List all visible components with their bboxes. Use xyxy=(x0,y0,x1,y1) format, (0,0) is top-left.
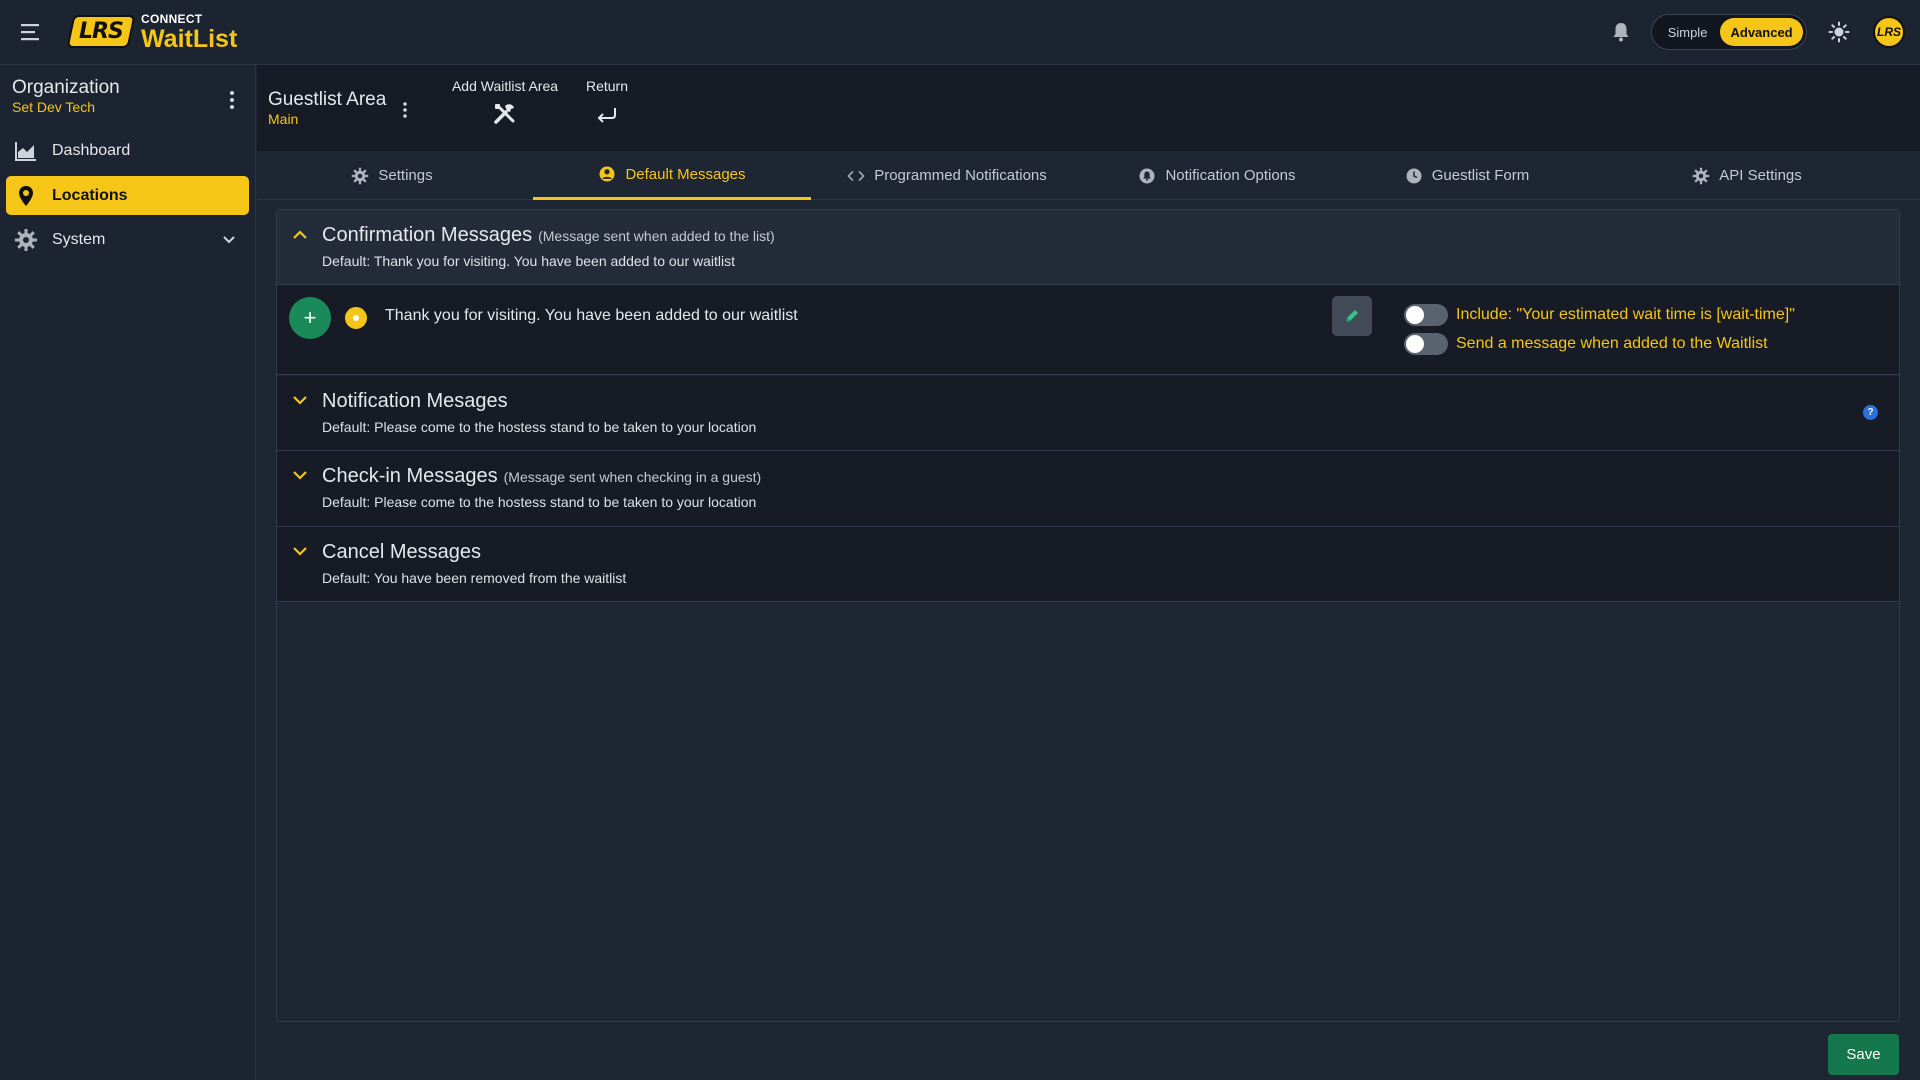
message-select-radio[interactable] xyxy=(345,307,367,329)
return-button[interactable]: Return xyxy=(569,78,645,126)
tab-label: Guestlist Form xyxy=(1431,167,1530,184)
checkin-section-header[interactable]: Check-in Messages (Message sent when chec… xyxy=(277,451,1899,527)
sidebar-item-label: Dashboard xyxy=(52,141,131,159)
sidebar-item-label: Locations xyxy=(52,186,128,204)
tab-label: API Settings xyxy=(1719,167,1802,184)
page-title: Guestlist Area xyxy=(268,89,387,110)
tab-label: Settings xyxy=(378,167,433,184)
org-subtitle: Set Dev Tech xyxy=(12,99,96,115)
send-message-toggle[interactable] xyxy=(1404,333,1448,355)
gear-icon xyxy=(352,167,369,184)
section-default-text: Default: Please come to the hostess stan… xyxy=(322,494,757,510)
section-title: Cancel Messages xyxy=(322,541,481,563)
sidebar-item-locations[interactable]: Locations xyxy=(6,176,249,215)
return-label: Return xyxy=(585,78,629,94)
chevron-down-icon[interactable] xyxy=(291,542,309,560)
section-default-text: Default: Thank you for visiting. You hav… xyxy=(322,253,736,269)
section-title: Notification Mesages xyxy=(322,390,508,412)
mode-simple-option[interactable]: Simple xyxy=(1655,18,1720,46)
chart-area-icon xyxy=(15,141,36,161)
edit-message-button[interactable] xyxy=(1332,296,1372,336)
bell-icon[interactable] xyxy=(1612,22,1630,42)
gear-icon xyxy=(1692,167,1710,184)
section-title: Confirmation Messages (Message sent when … xyxy=(322,224,775,247)
page-header: Guestlist Area Main Add Waitlist Area Re… xyxy=(257,65,1920,151)
org-title: Organization xyxy=(12,77,120,98)
toggle-label: Send a message when added to the Waitlis… xyxy=(1456,335,1768,352)
messages-panel: Confirmation Messages (Message sent when … xyxy=(276,209,1900,1022)
sun-icon[interactable] xyxy=(1828,21,1850,43)
add-message-button[interactable]: + xyxy=(289,297,331,339)
send-message-toggle-row: Send a message when added to the Waitlis… xyxy=(1404,332,1768,356)
section-default-text: Default: Please come to the hostess stan… xyxy=(322,419,757,435)
message-text: Thank you for visiting. You have been ad… xyxy=(385,307,798,324)
add-waitlist-area-label: Add Waitlist Area xyxy=(451,78,559,94)
clock-icon xyxy=(1406,168,1422,183)
chevron-down-icon[interactable] xyxy=(291,466,309,484)
logo[interactable]: LRS xyxy=(66,15,136,48)
help-icon[interactable]: ? xyxy=(1863,405,1878,420)
section-title-text: Check-in Messages xyxy=(322,465,498,487)
notification-section-header[interactable]: Notification Mesages Default: Please com… xyxy=(277,376,1899,451)
confirmation-section-header[interactable]: Confirmation Messages (Message sent when … xyxy=(277,210,1899,285)
tab-label: Programmed Notifications xyxy=(874,167,1047,184)
tab-programmed-notifications[interactable]: Programmed Notifications xyxy=(827,151,1067,200)
brand-connect: CONNECT xyxy=(141,12,203,26)
chevron-down-icon xyxy=(223,236,235,244)
sidebar-item-dashboard[interactable]: Dashboard xyxy=(6,131,249,170)
section-title: Check-in Messages (Message sent when chec… xyxy=(322,465,761,488)
cancel-section-header[interactable]: Cancel Messages Default: You have been r… xyxy=(277,527,1899,602)
section-title-note: (Message sent when checking in a guest) xyxy=(503,469,762,485)
confirmation-message-row: + Thank you for visiting. You have been … xyxy=(277,285,1899,375)
tools-icon xyxy=(494,104,515,124)
save-button[interactable]: Save xyxy=(1828,1034,1899,1075)
brand-name: WaitList xyxy=(141,25,238,53)
more-vertical-icon[interactable] xyxy=(400,101,410,119)
code-icon xyxy=(847,170,865,181)
tab-api-settings[interactable]: API Settings xyxy=(1657,151,1837,200)
tab-label: Notification Options xyxy=(1165,167,1296,184)
map-pin-icon xyxy=(19,185,33,206)
sidebar-item-label: System xyxy=(52,230,106,248)
tab-label: Default Messages xyxy=(625,165,746,183)
pencil-icon xyxy=(1346,310,1358,322)
user-circle-icon xyxy=(599,166,615,182)
bell-circle-icon xyxy=(1139,168,1155,183)
tab-notification-options[interactable]: Notification Options xyxy=(1097,151,1337,200)
tab-bar: Settings Default Messages Programmed Not… xyxy=(257,151,1920,200)
tab-guestlist-form[interactable]: Guestlist Form xyxy=(1367,151,1567,200)
chevron-up-icon[interactable] xyxy=(291,226,309,244)
more-vertical-icon[interactable] xyxy=(224,90,240,110)
menu-icon[interactable] xyxy=(21,22,43,42)
gear-icon xyxy=(15,228,37,251)
sidebar-item-system[interactable]: System xyxy=(6,220,249,259)
return-arrow-icon xyxy=(597,108,616,123)
sidebar: Organization Set Dev Tech Dashboard Loca… xyxy=(0,65,256,1080)
add-waitlist-area-button[interactable]: Add Waitlist Area xyxy=(441,78,569,126)
avatar[interactable]: LRS xyxy=(1873,16,1905,48)
include-wait-time-toggle-row: Include: "Your estimated wait time is [w… xyxy=(1404,303,1795,327)
chevron-down-icon[interactable] xyxy=(291,391,309,409)
tab-settings[interactable]: Settings xyxy=(317,151,467,200)
page-subtitle: Main xyxy=(268,111,299,127)
include-wait-time-toggle[interactable] xyxy=(1404,304,1448,326)
top-bar: LRS CONNECT WaitList Simple Advanced LRS xyxy=(0,0,1920,65)
mode-toggle: Simple Advanced xyxy=(1651,14,1807,50)
section-title-text: Confirmation Messages xyxy=(322,224,533,246)
section-title-note: (Message sent when added to the list) xyxy=(538,228,775,244)
tab-default-messages[interactable]: Default Messages xyxy=(533,151,811,200)
mode-advanced-option[interactable]: Advanced xyxy=(1720,18,1803,46)
section-default-text: Default: You have been removed from the … xyxy=(322,570,627,586)
toggle-label: Include: "Your estimated wait time is [w… xyxy=(1456,306,1795,323)
